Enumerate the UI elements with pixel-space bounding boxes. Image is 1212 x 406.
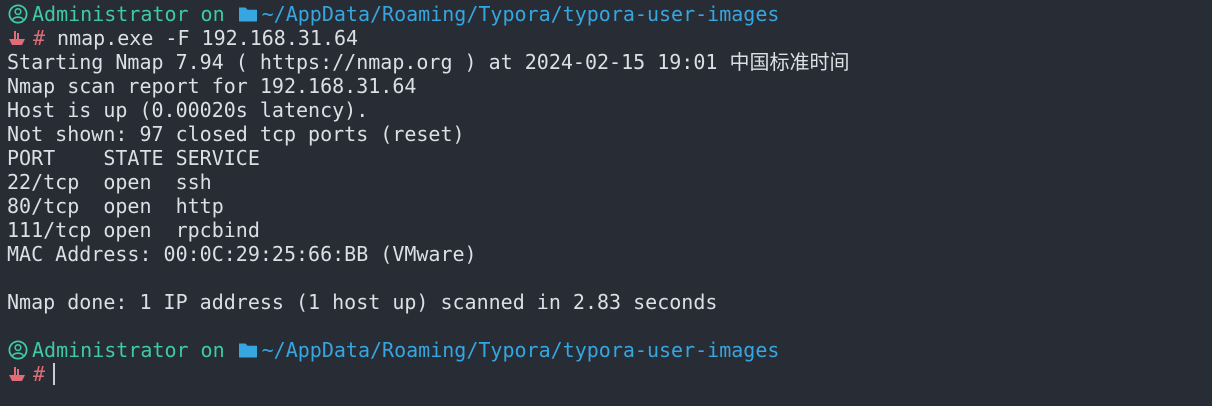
prompt-line-1: Administrator on ~/AppData/Roaming/Typor… bbox=[7, 2, 1212, 26]
prompt-connector: on bbox=[200, 338, 225, 362]
prompt-line-2: Administrator on ~/AppData/Roaming/Typor… bbox=[7, 338, 1212, 362]
command-line: # nmap.exe -F 192.168.31.64 bbox=[7, 26, 1212, 50]
output-line: PORT STATE SERVICE bbox=[7, 146, 260, 170]
prompt-connector: on bbox=[200, 2, 225, 26]
command-text: nmap.exe -F 192.168.31.64 bbox=[57, 26, 359, 50]
prompt-symbol: # bbox=[33, 26, 46, 50]
input-line[interactable]: # bbox=[7, 362, 1212, 386]
text-cursor[interactable] bbox=[53, 363, 56, 385]
prompt-path: ~/AppData/Roaming/Typora/typora-user-ima… bbox=[261, 2, 780, 26]
folder-icon bbox=[237, 3, 259, 25]
ship-icon bbox=[7, 364, 27, 384]
output-line: 80/tcp open http bbox=[7, 194, 224, 218]
output-line: Host is up (0.00020s latency). bbox=[7, 98, 369, 122]
output-line: Starting Nmap 7.94 ( https://nmap.org ) … bbox=[7, 50, 850, 74]
output-line: Not shown: 97 closed tcp ports (reset) bbox=[7, 122, 465, 146]
output-line: MAC Address: 00:0C:29:25:66:BB (VMware) bbox=[7, 242, 477, 266]
output-line: Nmap done: 1 IP address (1 host up) scan… bbox=[7, 290, 718, 314]
prompt-symbol: # bbox=[33, 362, 46, 386]
output-line: 22/tcp open ssh bbox=[7, 170, 212, 194]
prompt-user: Administrator bbox=[32, 2, 189, 26]
output-line: Nmap scan report for 192.168.31.64 bbox=[7, 74, 417, 98]
folder-icon bbox=[237, 339, 259, 361]
user-circle-icon bbox=[7, 3, 29, 25]
output-line: 111/tcp open rpcbind bbox=[7, 218, 260, 242]
ship-icon bbox=[7, 28, 27, 48]
user-circle-icon bbox=[7, 339, 29, 361]
prompt-path: ~/AppData/Roaming/Typora/typora-user-ima… bbox=[261, 338, 780, 362]
terminal-window[interactable]: Administrator on ~/AppData/Roaming/Typor… bbox=[0, 0, 1212, 406]
prompt-user: Administrator bbox=[32, 338, 189, 362]
